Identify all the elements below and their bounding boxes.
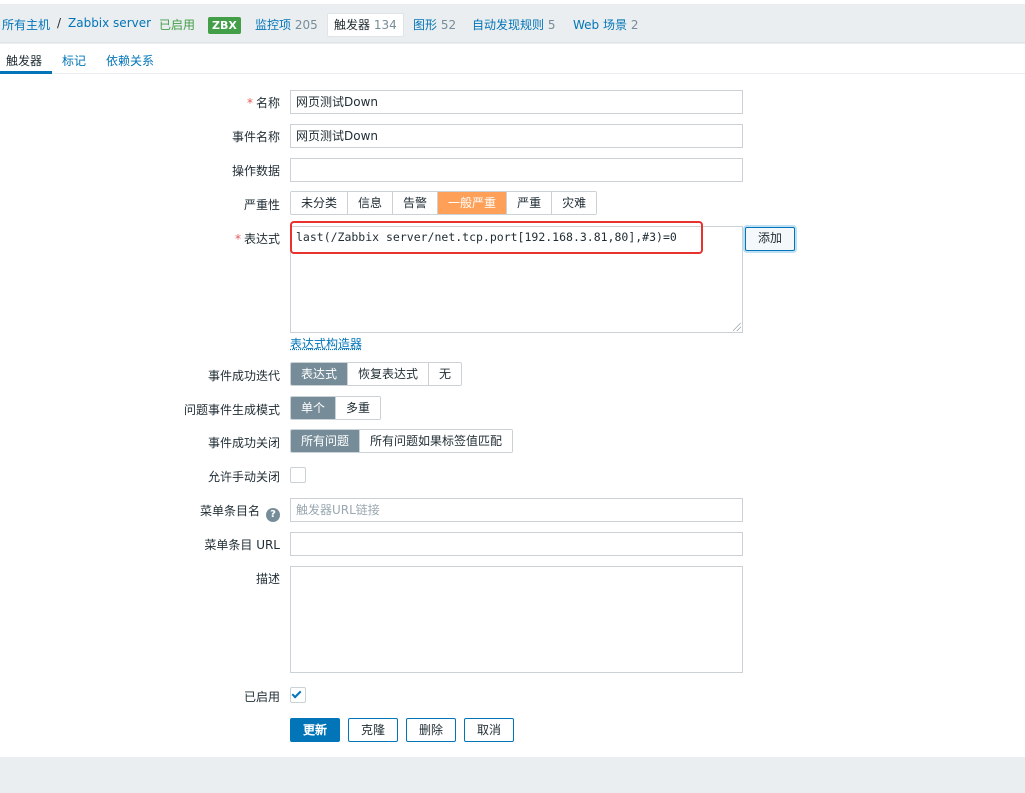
breadcrumb-host[interactable]: Zabbix server [68,16,151,30]
menu-entry-url-label: 菜单条目 URL [204,538,280,552]
nav-discovery-link[interactable]: 自动发现规则 5 [472,16,555,33]
enabled-checkbox[interactable] [290,687,306,703]
severity-average[interactable]: 一般严重 [438,192,508,214]
required-mark: * [234,232,241,246]
ok-event-expression[interactable]: 表达式 [291,363,349,385]
nav-graphs-count: 52 [440,18,457,32]
nav-triggers-count: 134 [373,18,397,32]
add-expression-button[interactable]: 添加 [745,227,796,251]
nav-triggers-active[interactable]: 触发器 134 [327,13,404,37]
active-tab-indicator [0,71,52,74]
nav-graphs-link[interactable]: 图形 52 [413,16,456,33]
manual-close-label: 允许手动关闭 [207,470,280,484]
ok-event-closes-selector: 所有问题 所有问题如果标签值匹配 [290,429,514,453]
description-label: 描述 [255,572,280,586]
severity-information[interactable]: 信息 [348,192,394,214]
nav-items-label: 监控项 [255,18,292,32]
menu-entry-name-label: 菜单条目名? [0,502,280,522]
event-name-input[interactable]: 网页测试Down [290,124,743,148]
delete-button[interactable]: 删除 [406,718,457,742]
clone-button[interactable]: 克隆 [348,718,399,742]
enabled-label: 已启用 [243,690,280,704]
nav-items-count: 205 [294,18,318,32]
problem-mode-single[interactable]: 单个 [291,397,337,419]
expression-label: * 表达式 [234,232,280,246]
problem-mode-label: 问题事件生成模式 [183,403,280,417]
nav-graphs-label: 图形 [413,18,438,32]
event-name-label: 事件名称 [231,130,280,144]
severity-label: 严重性 [243,198,280,212]
update-button[interactable]: 更新 [290,718,341,742]
severity-warning[interactable]: 告警 [393,192,439,214]
zbx-availability-badge: ZBX [208,17,241,34]
ok-event-closes-label: 事件成功关闭 [207,436,280,450]
nav-triggers-label: 触发器 [334,18,371,32]
description-textarea[interactable] [290,566,743,673]
nav-discovery-label: 自动发现规则 [472,18,545,32]
name-input[interactable]: 网页测试Down [290,90,743,114]
form-tabs: 触发器 标记 依赖关系 [0,44,1025,74]
ok-event-generation-selector: 表达式 恢复表达式 无 [290,362,463,386]
tab-dependencies[interactable]: 依赖关系 [106,52,154,69]
problem-mode-selector: 单个 多重 [290,396,382,420]
severity-disaster[interactable]: 灾难 [552,192,597,214]
cancel-button[interactable]: 取消 [464,718,515,742]
nav-discovery-count: 5 [547,18,556,32]
breadcrumb-separator: / [57,16,62,30]
host-navigation-bar: 所有主机 / Zabbix server 已启用 ZBX 监控项 205 触发器… [0,4,1025,43]
tab-tags[interactable]: 标记 [62,52,86,69]
nav-web-count: 2 [630,18,639,32]
required-mark: * [246,96,253,110]
ok-event-recovery-expression[interactable]: 恢复表达式 [348,363,430,385]
menu-entry-url-input[interactable] [290,532,743,556]
ok-close-tag-match[interactable]: 所有问题如果标签值匹配 [360,430,513,452]
menu-entry-name-input[interactable]: 触发器URL链接 [290,498,743,522]
resize-grip-icon[interactable] [733,323,741,331]
nav-web-label: Web 场景 [573,18,627,32]
nav-items-link[interactable]: 监控项 205 [255,16,318,33]
operational-data-label: 操作数据 [231,164,280,178]
severity-selector: 未分类 信息 告警 一般严重 严重 灾难 [290,191,598,215]
severity-not-classified[interactable]: 未分类 [291,192,349,214]
severity-high[interactable]: 严重 [507,192,553,214]
host-status-enabled[interactable]: 已启用 [159,16,195,33]
expression-highlight-annotation [290,221,703,254]
name-label: * 名称 [246,96,280,110]
ok-event-generation-label: 事件成功迭代 [207,369,280,383]
nav-web-link[interactable]: Web 场景 2 [573,16,638,33]
check-icon [291,688,302,699]
ok-event-none[interactable]: 无 [429,363,462,385]
problem-mode-multiple[interactable]: 多重 [336,397,381,419]
help-icon[interactable]: ? [266,508,280,522]
ok-close-all-problems[interactable]: 所有问题 [291,430,361,452]
expression-builder-link[interactable]: 表达式构造器 [290,335,362,352]
tab-trigger[interactable]: 触发器 [6,52,42,69]
operational-data-input[interactable] [290,158,743,182]
breadcrumb-all-hosts[interactable]: 所有主机 [2,16,50,33]
manual-close-checkbox[interactable] [290,467,306,483]
